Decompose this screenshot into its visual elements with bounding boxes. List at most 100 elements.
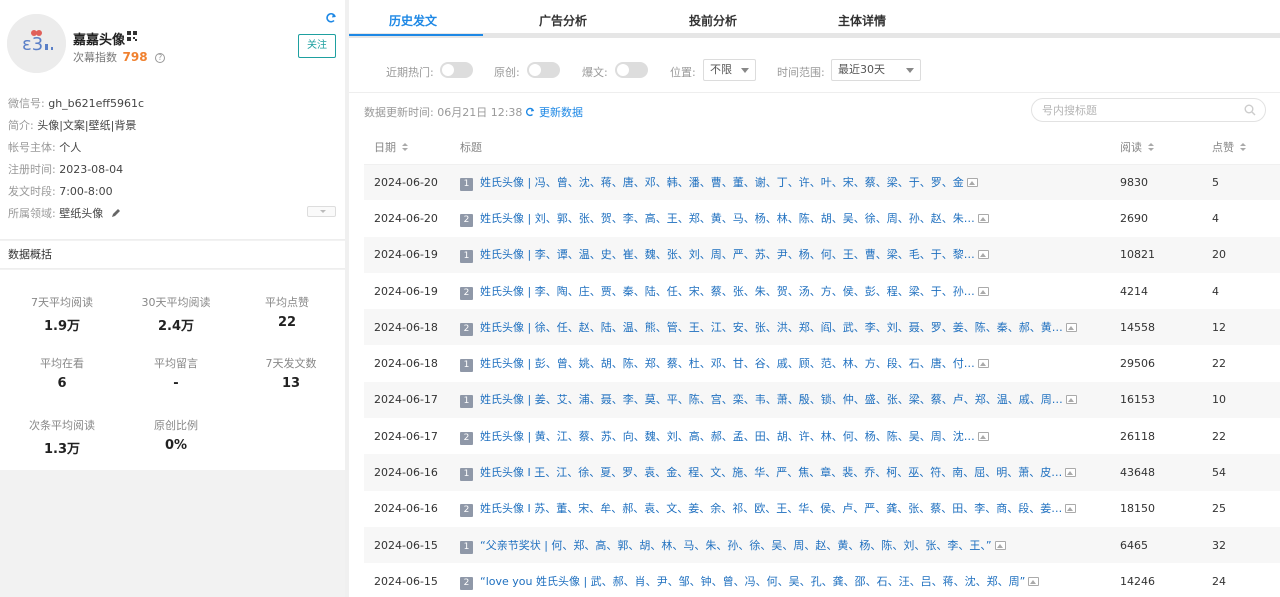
- reg-date-value: 2023-08-04: [59, 163, 124, 176]
- table-row[interactable]: 2024-06-19 1 姓氏头像 | 李、谭、温、史、崔、魏、张、刘、周、严、苏、…: [364, 236, 1280, 273]
- position-badge: 2: [460, 576, 473, 590]
- help-icon[interactable]: ?: [155, 53, 166, 63]
- image-icon[interactable]: [1065, 504, 1077, 514]
- image-icon[interactable]: [1028, 576, 1040, 586]
- table-header-row: 日期 标题 阅读 点赞: [364, 130, 1280, 165]
- table-row[interactable]: 2024-06-17 1 姓氏头像 | 姜、艾、浦、聂、李、莫、平、陈、宫、栾、韦、…: [364, 381, 1280, 419]
- table-row[interactable]: 2024-06-17 2 姓氏头像 | 黄、江、蔡、苏、向、魏、刘、高、郝、孟、田、…: [364, 418, 1280, 454]
- likes-cell: 32: [1212, 526, 1280, 564]
- title-search: [1031, 98, 1266, 122]
- article-title-link[interactable]: 姓氏头像 | 刘、郭、张、贺、李、高、王、郑、黄、马、杨、林、陈、胡、吴、徐、周…: [480, 212, 975, 225]
- refresh-icon[interactable]: [325, 12, 337, 24]
- date-cell: 2024-06-18: [364, 309, 460, 346]
- refresh-data-link[interactable]: 更新数据: [525, 104, 583, 120]
- tab-pre-analysis[interactable]: 投前分析: [689, 12, 737, 29]
- article-title-link[interactable]: 姓氏头像 | 彭、曾、姚、胡、陈、郑、蔡、杜、邓、甘、谷、戚、顾、范、林、方、段…: [480, 357, 975, 370]
- svg-text:ε3: ε3: [22, 34, 43, 55]
- likes-column-header[interactable]: 点赞: [1212, 130, 1280, 165]
- account-card: ε3 嘉嘉头像 次幕指数 798 ? 关注 微信号: gh_b621eff596…: [0, 0, 345, 240]
- stat-label: 平均点赞: [265, 296, 309, 309]
- image-icon[interactable]: [1065, 395, 1077, 405]
- sort-icon[interactable]: [1240, 142, 1247, 152]
- edit-icon[interactable]: [111, 208, 121, 218]
- table-row[interactable]: 2024-06-15 1 “父亲节奖状 | 何、郑、高、郭、胡、林、马、朱、孙、徐、…: [364, 526, 1280, 564]
- image-icon[interactable]: [994, 540, 1006, 550]
- article-title-link[interactable]: 姓氏头像 I 王、江、徐、夏、罗、袁、金、程、文、施、华、严、焦、章、裴、乔、柯…: [480, 466, 1062, 479]
- image-icon[interactable]: [977, 431, 989, 441]
- qr-code-icon[interactable]: [127, 31, 137, 41]
- posts-table: 日期 标题 阅读 点赞 2024-06-20 1 姓氏头像 | 冯、曾、沈、蒋、唐、…: [364, 130, 1280, 597]
- likes-header-label: 点赞: [1212, 140, 1234, 154]
- date-column-header[interactable]: 日期: [364, 130, 460, 165]
- chevron-down-icon: [741, 68, 749, 73]
- date-cell: 2024-06-20: [374, 211, 438, 225]
- table-row[interactable]: 2024-06-18 2 姓氏头像 | 徐、任、赵、陆、温、熊、管、王、江、安、张、…: [364, 309, 1280, 346]
- profile-section: ε3 嘉嘉头像 次幕指数 798 ? 关注 微信号: gh_b621eff596…: [0, 0, 345, 240]
- image-icon[interactable]: [977, 250, 989, 260]
- stat-value: 1.3万: [43, 442, 81, 457]
- follow-button[interactable]: 关注: [298, 34, 336, 58]
- likes-cell: 54: [1212, 454, 1280, 491]
- image-icon[interactable]: [966, 177, 978, 187]
- tab-entity-details[interactable]: 主体详情: [838, 12, 886, 29]
- article-title-link[interactable]: “父亲节奖状 | 何、郑、高、郭、胡、林、马、朱、孙、徐、吴、周、赵、黄、杨、陈…: [480, 539, 992, 552]
- article-title-link[interactable]: 姓氏头像 | 冯、曾、沈、蒋、唐、邓、韩、潘、曹、董、谢、丁、许、叶、宋、蔡、梁…: [480, 176, 964, 189]
- likes-cell: 10: [1212, 381, 1280, 419]
- search-icon[interactable]: [1244, 104, 1256, 116]
- range-filter-label: 时间范围:: [777, 66, 825, 79]
- hot-toggle[interactable]: [440, 62, 473, 78]
- range-select[interactable]: 最近30天: [831, 59, 921, 81]
- sort-icon[interactable]: [402, 142, 409, 152]
- article-title-link[interactable]: 姓氏头像 | 李、陶、庄、贾、秦、陆、任、宋、蔡、张、朱、贺、汤、方、侯、彭、程…: [480, 285, 975, 298]
- reads-cell: 2690: [1120, 211, 1148, 225]
- article-title-link[interactable]: 姓氏头像 | 徐、任、赵、陆、温、熊、管、王、江、安、张、洪、郑、阎、武、李、刘…: [480, 321, 1063, 334]
- chevron-down-icon: [906, 68, 914, 73]
- domain-dropdown[interactable]: [307, 206, 336, 217]
- article-title-link[interactable]: “love you 姓氏头像 | 武、郝、肖、尹、邹、钟、曾、冯、何、吴、孔、龚…: [480, 575, 1025, 588]
- search-input[interactable]: [1032, 99, 1232, 121]
- stat-secondary-avg-read: 次条平均阅读 1.3万: [7, 417, 117, 457]
- position-badge: 2: [460, 431, 473, 445]
- image-icon[interactable]: [977, 359, 989, 369]
- likes-cell: 22: [1212, 357, 1226, 371]
- position-select-value: 不限: [710, 63, 732, 76]
- table-row[interactable]: 2024-06-15 2 “love you 姓氏头像 | 武、郝、肖、尹、邹、钟、…: [364, 563, 1280, 597]
- domain-label: 所属领域:: [8, 207, 56, 220]
- tab-history-posts[interactable]: 历史发文: [389, 12, 437, 29]
- intro-label: 简介:: [8, 119, 34, 132]
- table-row[interactable]: 2024-06-18 1 姓氏头像 | 彭、曾、姚、胡、陈、郑、蔡、杜、邓、甘、谷、…: [364, 345, 1280, 381]
- date-cell: 2024-06-15: [374, 574, 438, 588]
- reads-column-header[interactable]: 阅读: [1116, 130, 1212, 165]
- tab-ad-analysis[interactable]: 广告分析: [539, 12, 587, 29]
- reads-cell: 43648: [1116, 454, 1212, 491]
- image-icon[interactable]: [1065, 468, 1077, 478]
- image-icon[interactable]: [1065, 322, 1077, 332]
- index-row: 次幕指数 798 ?: [73, 49, 166, 65]
- title-cell: 1 姓氏头像 | 姜、艾、浦、聂、李、莫、平、陈、宫、栾、韦、萧、殷、锁、仲、盛、…: [460, 381, 1116, 419]
- table-row[interactable]: 2024-06-20 1 姓氏头像 | 冯、曾、沈、蒋、唐、邓、韩、潘、曹、董、谢、…: [364, 164, 1280, 201]
- image-icon[interactable]: [977, 213, 989, 223]
- image-icon[interactable]: [977, 286, 989, 296]
- sort-icon[interactable]: [1148, 142, 1155, 152]
- owner-row: 帐号主体: 个人: [8, 139, 81, 155]
- position-select[interactable]: 不限: [703, 59, 756, 81]
- viral-toggle[interactable]: [615, 62, 648, 78]
- hot-filter-label: 近期热门:: [386, 66, 434, 79]
- table-row[interactable]: 2024-06-16 1 姓氏头像 I 王、江、徐、夏、罗、袁、金、程、文、施、华、…: [364, 454, 1280, 491]
- wechat-id-row: 微信号: gh_b621eff5961c: [8, 95, 144, 111]
- post-time-label: 发文时段:: [8, 185, 56, 198]
- article-title-link[interactable]: 姓氏头像 I 苏、董、宋、牟、郝、袁、文、姜、余、祁、欧、王、华、侯、卢、严、龚…: [480, 502, 1062, 515]
- table-row[interactable]: 2024-06-20 2 姓氏头像 | 刘、郭、张、贺、李、高、王、郑、黄、马、杨、…: [364, 200, 1280, 236]
- article-title-link[interactable]: 姓氏头像 | 姜、艾、浦、聂、李、莫、平、陈、宫、栾、韦、萧、殷、锁、仲、盛、张…: [480, 393, 1063, 406]
- table-row[interactable]: 2024-06-16 2 姓氏头像 I 苏、董、宋、牟、郝、袁、文、姜、余、祁、欧、…: [364, 491, 1280, 527]
- table-row[interactable]: 2024-06-19 2 姓氏头像 | 李、陶、庄、贾、秦、陆、任、宋、蔡、张、朱、…: [364, 273, 1280, 309]
- title-column-header: 标题: [460, 130, 1116, 165]
- article-title-link[interactable]: 姓氏头像 | 黄、江、蔡、苏、向、魏、刘、高、郝、孟、田、胡、许、林、何、杨、陈…: [480, 430, 975, 443]
- original-toggle[interactable]: [527, 62, 560, 78]
- position-badge: 1: [460, 468, 473, 482]
- article-title-link[interactable]: 姓氏头像 | 李、谭、温、史、崔、魏、张、刘、周、严、苏、尹、杨、何、王、曹、梁…: [480, 248, 975, 261]
- likes-cell: 4: [1212, 284, 1219, 298]
- date-cell: 2024-06-17: [374, 429, 438, 443]
- post-time-row: 发文时段: 7:00-8:00: [8, 183, 113, 199]
- overview-title: 数据概括: [0, 241, 345, 269]
